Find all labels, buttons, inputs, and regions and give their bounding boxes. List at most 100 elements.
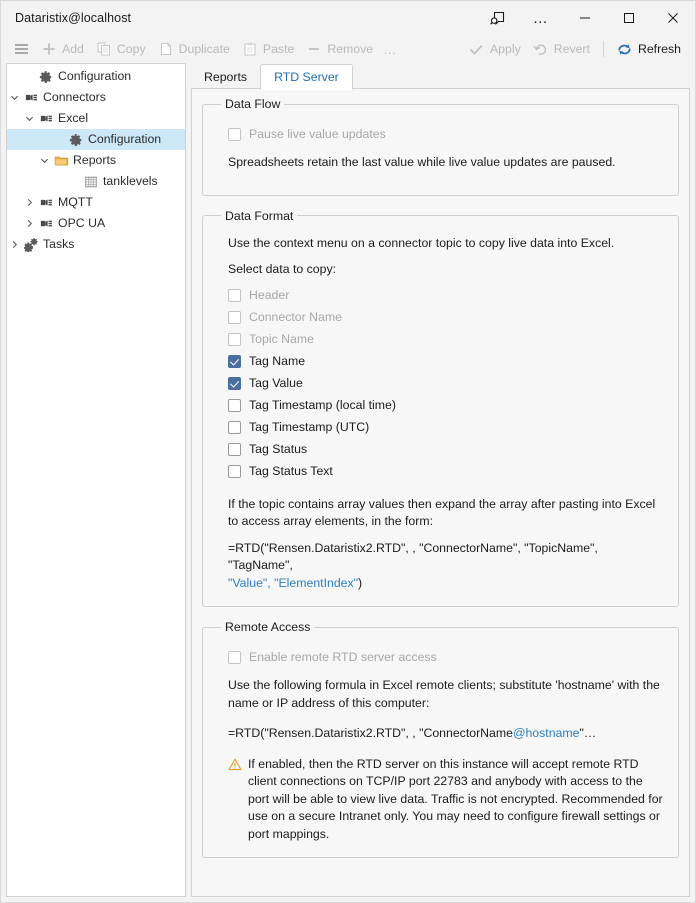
- tree-item-label: OPC UA: [58, 216, 106, 231]
- detail-pane: Reports RTD Server Data Flow Pause live …: [191, 63, 690, 897]
- copy-icon: [96, 41, 112, 57]
- checkbox-box[interactable]: [228, 355, 241, 368]
- checkbox-box[interactable]: [228, 127, 241, 141]
- window-body: Configuration Connectors Excel Configura…: [1, 63, 695, 902]
- checkbox-box[interactable]: [228, 333, 241, 346]
- tree-item-label: tanklevels: [103, 174, 158, 189]
- checkbox-box[interactable]: [228, 311, 241, 324]
- paste-button[interactable]: Paste: [236, 39, 300, 59]
- remote-access-warning: If enabled, then the RTD server on this …: [228, 756, 664, 844]
- tree-item-tasks[interactable]: Tasks: [7, 234, 185, 255]
- search-panel-icon[interactable]: [475, 2, 519, 35]
- add-button[interactable]: Add: [35, 39, 90, 59]
- tree-item-tanklevels[interactable]: tanklevels: [7, 171, 185, 192]
- tree-item-label: Connectors: [43, 90, 106, 105]
- remove-label: Remove: [327, 42, 374, 56]
- data-flow-group: Data Flow Pause live value updates Sprea…: [202, 97, 679, 196]
- checkbox-label: Topic Name: [249, 332, 314, 347]
- checkbox-label: Enable remote RTD server access: [249, 649, 437, 664]
- connector-icon: [37, 216, 55, 231]
- main-toolbar: Add Copy Duplicate Paste Remove … Apply …: [1, 35, 695, 63]
- checkbox-label: Pause live value updates: [249, 126, 386, 141]
- tree-item-label: Excel: [58, 111, 89, 126]
- toolbar-overflow-icon[interactable]: …: [379, 42, 401, 57]
- checkbox-label: Tag Timestamp (UTC): [249, 420, 370, 435]
- tab-rtd-server[interactable]: RTD Server: [260, 64, 353, 90]
- tree-item-reports[interactable]: Reports: [7, 150, 185, 171]
- revert-button[interactable]: Revert: [527, 39, 596, 59]
- warning-triangle-icon: [228, 756, 243, 844]
- checkbox-tag-value[interactable]: Tag Value: [228, 373, 664, 395]
- select-data-label: Select data to copy:: [228, 262, 337, 276]
- tree-item-connectors[interactable]: Connectors: [7, 87, 185, 108]
- grid-icon: [82, 175, 100, 189]
- more-options-icon[interactable]: …: [519, 2, 563, 35]
- remote-access-content: Enable remote RTD server access Use the …: [217, 643, 664, 843]
- tree-item-excel[interactable]: Excel: [7, 108, 185, 129]
- twisty-expanded-icon[interactable]: [37, 156, 52, 165]
- check-icon: [469, 41, 485, 57]
- data-format-legend: Data Format: [225, 208, 294, 223]
- checkbox-header[interactable]: Header: [228, 285, 664, 307]
- data-flow-note: Spreadsheets retain the last value while…: [228, 155, 616, 169]
- refresh-icon: [617, 41, 633, 57]
- checkbox-box[interactable]: [228, 421, 241, 434]
- maximize-icon[interactable]: [607, 2, 651, 35]
- checkbox-tag-status[interactable]: Tag Status: [228, 439, 664, 461]
- pause-live-updates-checkbox[interactable]: Pause live value updates: [228, 123, 664, 145]
- navigation-tree[interactable]: Configuration Connectors Excel Configura…: [6, 63, 186, 897]
- tree-item-label: Configuration: [58, 69, 132, 84]
- remote-access-note: Use the following formula in Excel remot…: [228, 678, 660, 710]
- minus-icon: [306, 41, 322, 57]
- twisty-expanded-icon[interactable]: [22, 114, 37, 123]
- checkbox-box[interactable]: [228, 650, 241, 664]
- checkbox-connector-name[interactable]: Connector Name: [228, 307, 664, 329]
- checkbox-box[interactable]: [228, 465, 241, 478]
- enable-remote-rtd-checkbox[interactable]: Enable remote RTD server access: [228, 646, 664, 668]
- checkbox-tag-timestamp-local[interactable]: Tag Timestamp (local time): [228, 395, 664, 417]
- remove-button[interactable]: Remove: [300, 39, 379, 59]
- twisty-collapsed-icon[interactable]: [22, 198, 37, 207]
- checkbox-tag-name[interactable]: Tag Name: [228, 351, 664, 373]
- copy-label: Copy: [116, 42, 146, 56]
- checkbox-box[interactable]: [228, 377, 241, 390]
- tree-item-configuration-root[interactable]: Configuration: [7, 66, 185, 87]
- close-icon[interactable]: [651, 2, 695, 35]
- tree-item-label: Reports: [73, 153, 117, 168]
- tab-reports[interactable]: Reports: [191, 64, 260, 89]
- tree-item-label: Tasks: [43, 237, 75, 252]
- checkbox-tag-status-text[interactable]: Tag Status Text: [228, 461, 664, 483]
- twisty-expanded-icon[interactable]: [7, 93, 22, 102]
- minimize-icon[interactable]: [563, 2, 607, 35]
- checkbox-label: Tag Name: [249, 354, 306, 369]
- tree-item-mqtt[interactable]: MQTT: [7, 192, 185, 213]
- checkbox-tag-timestamp-utc[interactable]: Tag Timestamp (UTC): [228, 417, 664, 439]
- revert-label: Revert: [553, 42, 590, 56]
- refresh-label: Refresh: [637, 42, 681, 56]
- duplicate-icon: [158, 41, 174, 57]
- tree-item-excel-configuration[interactable]: Configuration: [7, 129, 185, 150]
- tree-item-label: Configuration: [88, 132, 162, 147]
- twisty-collapsed-icon[interactable]: [7, 240, 22, 249]
- array-note: If the topic contains array values then …: [228, 496, 656, 529]
- gear-icon: [37, 70, 55, 84]
- copy-button[interactable]: Copy: [90, 39, 152, 59]
- checkbox-box[interactable]: [228, 289, 241, 302]
- checkbox-label: Tag Value: [249, 376, 303, 391]
- tree-item-opc-ua[interactable]: OPC UA: [7, 213, 185, 234]
- checkbox-label: Tag Status: [249, 442, 308, 457]
- refresh-button[interactable]: Refresh: [611, 39, 687, 59]
- twisty-collapsed-icon[interactable]: [22, 219, 37, 228]
- checkbox-topic-name[interactable]: Topic Name: [228, 329, 664, 351]
- duplicate-button[interactable]: Duplicate: [152, 39, 236, 59]
- remote-formula: =RTD("Rensen.Dataristix2.RTD", , "Connec…: [228, 725, 664, 743]
- ellipsis-glyph: …: [532, 9, 550, 27]
- connector-icon: [37, 111, 55, 126]
- apply-button[interactable]: Apply: [463, 39, 527, 59]
- menu-icon[interactable]: [7, 39, 35, 59]
- checkbox-box[interactable]: [228, 443, 241, 456]
- rtd-server-panel: Data Flow Pause live value updates Sprea…: [191, 89, 690, 897]
- checkbox-box[interactable]: [228, 399, 241, 412]
- title-bar: Dataristix@localhost …: [1, 1, 695, 35]
- application-window: Dataristix@localhost … Add Copy Duplicat…: [0, 0, 696, 903]
